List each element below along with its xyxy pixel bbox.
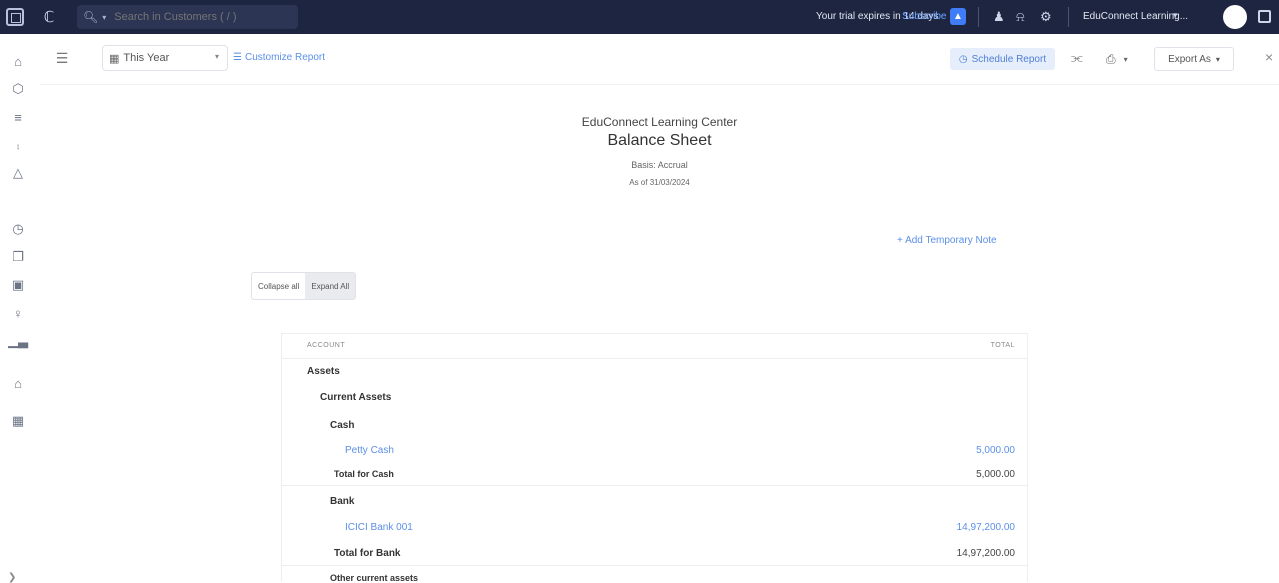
bag-icon[interactable]: △ [9, 164, 27, 182]
period-value: This Year [123, 52, 170, 64]
calendar-icon[interactable]: ▦ [9, 412, 27, 430]
section-label: Assets [307, 366, 340, 377]
add-note-link[interactable]: + Add Temporary Note [897, 235, 997, 246]
chevron-down-icon: ▾ [1215, 54, 1220, 64]
expand-all-button[interactable]: Expand All [305, 273, 356, 299]
table-row: Other current assets [282, 573, 1027, 582]
balance-sheet-table: ACCOUNT TOTAL Assets Current Assets Cash… [281, 333, 1028, 582]
export-button[interactable]: Export As ▾ [1154, 47, 1234, 71]
report-icon[interactable]: ▣ [9, 276, 27, 294]
close-icon[interactable]: × [1265, 49, 1273, 65]
bell-icon[interactable]: ⍾ [1016, 9, 1025, 25]
organization-icon[interactable]: ℂ [39, 7, 59, 27]
table-row: Assets [282, 366, 1027, 392]
report-content: EduConnect Learning Center Balance Sheet… [40, 85, 1279, 582]
settings-icon[interactable]: ⚙ [1040, 9, 1052, 25]
users-icon[interactable]: ♀ [9, 304, 27, 322]
group-label: Other current assets [330, 573, 419, 582]
company-name: EduConnect Learning Center [581, 115, 738, 129]
apps-icon[interactable] [1258, 10, 1271, 23]
schedule-report-button[interactable]: ◷ Schedule Report [950, 48, 1055, 70]
sliders-icon: ☰ [233, 52, 242, 63]
customize-report-label: Customize Report [244, 52, 325, 63]
chevron-down-icon: ▾ [214, 52, 219, 61]
column-header-account: ACCOUNT [307, 342, 346, 349]
documents-icon[interactable]: ❐ [9, 248, 27, 266]
home-icon[interactable]: ⌂ [9, 52, 27, 70]
expand-toggle: Collapse all Expand All [251, 272, 357, 300]
chart-icon[interactable]: ▁▃ [8, 332, 28, 350]
total-amount: 14,97,200.00 [956, 548, 1015, 559]
report-basis: Basis: Accrual [631, 160, 688, 170]
table-row: Cash [282, 420, 1027, 446]
total-amount: 5,000.00 [976, 469, 1015, 480]
clock-icon[interactable]: ◷ [9, 220, 27, 238]
table-row: Current Assets [282, 392, 1027, 418]
app-logo-icon[interactable] [6, 8, 24, 26]
table-row[interactable]: ICICI Bank 001 14,97,200.00 [282, 522, 1027, 548]
divider [1068, 7, 1069, 27]
table-row[interactable]: Petty Cash 5,000.00 [282, 445, 1027, 471]
customize-report-link[interactable]: ☰ Customize Report [233, 52, 325, 63]
total-label: Total for Cash [334, 469, 394, 479]
group-label: Current Assets [320, 392, 392, 403]
box-icon[interactable]: ⬡ [9, 80, 27, 98]
subscribe-link[interactable]: Subscribe [902, 11, 946, 22]
bank-icon[interactable]: ≡ [9, 108, 27, 126]
print-icon: ⎙ [1106, 51, 1116, 66]
group-label: Cash [330, 420, 355, 431]
share-icon[interactable]: ⫘ [1071, 50, 1083, 66]
calendar-icon: ▦ [109, 52, 120, 65]
clock-icon: ◷ [958, 53, 968, 65]
account-link[interactable]: ICICI Bank 001 [345, 522, 413, 533]
collapse-icon[interactable]: ❯ [8, 572, 16, 583]
menu-icon[interactable]: ☰ [54, 50, 70, 66]
export-label: Export As [1168, 53, 1211, 65]
search-icon: 🔍︎ [83, 10, 99, 24]
collapse-all-button[interactable]: Collapse all [252, 273, 305, 299]
schedule-report-label: Schedule Report [971, 53, 1047, 65]
chevron-down-icon: ▾ [1123, 54, 1128, 64]
divider [282, 565, 1027, 566]
chevron-down-icon[interactable]: ▾ [102, 13, 106, 22]
amount-link[interactable]: 5,000.00 [976, 445, 1015, 456]
sidebar: ⌂ ⬡ ≡ ⨾ △ ◷ ❐ ▣ ♀ ▁▃ ⌂ ▦ [0, 34, 41, 582]
table-row: Total for Cash 5,000.00 [282, 469, 1027, 495]
report-toolbar: ☰ ▦ This Year ▾ ☰ Customize Report ◷ Sched… [40, 34, 1279, 85]
divider [978, 7, 979, 27]
group-label: Bank [330, 496, 355, 507]
report-date: As of 31/03/2024 [629, 178, 690, 187]
table-header: ACCOUNT TOTAL [282, 334, 1027, 359]
total-label: Total for Bank [334, 548, 401, 559]
cart-icon[interactable]: ⨾ [9, 136, 27, 154]
print-button[interactable]: ⎙ ▾ [1106, 48, 1146, 70]
shop-icon[interactable]: ⌂ [9, 374, 27, 392]
column-header-total: TOTAL [990, 342, 1015, 349]
divider [282, 485, 1027, 486]
page-title: Balance Sheet [607, 132, 712, 149]
subscribe-icon-button[interactable]: ▲ [950, 8, 966, 25]
account-link[interactable]: Petty Cash [345, 445, 394, 456]
amount-link[interactable]: 14,97,200.00 [957, 522, 1015, 533]
people-icon[interactable]: ♟ [993, 9, 1005, 25]
table-row: Bank [282, 496, 1027, 522]
search-input[interactable] [112, 10, 287, 24]
period-select[interactable]: ▦ This Year ▾ [102, 45, 228, 71]
global-search[interactable]: 🔍︎ ▾ [77, 5, 298, 29]
top-bar: ℂ 🔍︎ ▾ Your trial expires in 14 days Sub… [0, 0, 1279, 34]
avatar[interactable] [1223, 5, 1247, 29]
chevron-down-icon[interactable]: ▾ [1173, 10, 1178, 21]
table-row: Total for Bank 14,97,200.00 [282, 548, 1027, 574]
